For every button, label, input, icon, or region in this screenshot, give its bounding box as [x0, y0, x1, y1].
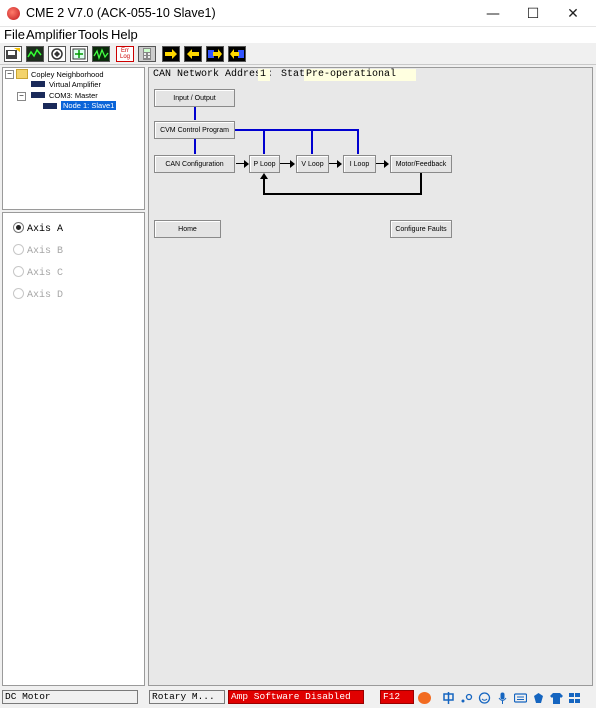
axis-d-label: Axis D: [27, 290, 64, 301]
configure-faults-button[interactable]: Configure Faults: [390, 220, 452, 238]
waveform-icon[interactable]: [92, 46, 110, 62]
wire-cvm-bus: [235, 129, 359, 131]
radio-icon: [13, 288, 24, 299]
error-log-label: Err Log: [119, 48, 130, 60]
tree-virtual-label[interactable]: Virtual Amplifier: [49, 80, 101, 89]
microphone-icon[interactable]: [496, 692, 509, 704]
feedback-arrow-head: [260, 173, 268, 179]
skin-icon[interactable]: [532, 692, 545, 704]
motor-family-field: Rotary M...: [149, 690, 225, 704]
download-icon[interactable]: [162, 46, 180, 62]
axis-c-radio[interactable]: Axis C: [13, 266, 63, 279]
node-icon: [43, 103, 57, 109]
p-loop-button[interactable]: P Loop: [249, 155, 280, 173]
wire-cvm-can: [194, 139, 196, 154]
app-icon: [7, 7, 20, 20]
motor-feedback-button[interactable]: Motor/Feedback: [390, 155, 452, 173]
folder-icon: [16, 69, 28, 79]
collapse-port-icon[interactable]: −: [17, 92, 26, 101]
i-loop-button[interactable]: I Loop: [343, 155, 376, 173]
v-loop-button[interactable]: V Loop: [296, 155, 329, 173]
feedback-down: [420, 173, 422, 195]
axis-b-label: Axis B: [27, 246, 64, 257]
can-address-value: 1: [258, 69, 270, 81]
control-panel-icon[interactable]: [70, 46, 88, 62]
feedback-bottom: [263, 193, 422, 195]
tree-node-selected[interactable]: Node 1: Slave1: [61, 101, 117, 110]
radio-selected-icon: [13, 222, 24, 233]
axis-a-label: Axis A: [27, 224, 64, 235]
radio-icon: [13, 266, 24, 277]
emoji-icon[interactable]: [478, 692, 491, 704]
motor-type-field: DC Motor: [2, 690, 138, 704]
wire-bus-i: [357, 129, 359, 154]
wire-bus-v: [311, 129, 313, 154]
axis-d-radio[interactable]: Axis D: [13, 288, 63, 301]
toolbar: Err Log: [0, 43, 596, 65]
axis-panel: Axis A Axis B Axis C Axis D: [2, 212, 145, 686]
arrow-head: [290, 160, 295, 168]
keyboard-icon[interactable]: [513, 692, 528, 704]
close-button[interactable]: ✕: [550, 0, 596, 27]
can-address-label: CAN Network Address:: [153, 69, 274, 80]
toolbox-icon[interactable]: [568, 692, 581, 704]
menu-bar: File Amplifier Tools Help: [0, 27, 596, 43]
home-button[interactable]: Home: [154, 220, 221, 238]
shirt-icon[interactable]: [550, 692, 563, 704]
upload-icon[interactable]: [184, 46, 202, 62]
arrow-head: [337, 160, 342, 168]
menu-amplifier[interactable]: Amplifier: [26, 27, 77, 43]
can-configuration-button[interactable]: CAN Configuration: [154, 155, 235, 173]
tree-root-label[interactable]: Copley Neighborhood: [31, 70, 104, 79]
amp-status-field: Amp Software Disabled: [228, 690, 364, 704]
axis-b-radio[interactable]: Axis B: [13, 244, 63, 257]
restore-icon[interactable]: [206, 46, 224, 62]
wire-bus-p: [263, 129, 265, 154]
ime-logo-icon: [418, 692, 431, 704]
save-icon[interactable]: [4, 46, 22, 62]
config-icon[interactable]: [48, 46, 66, 62]
menu-file[interactable]: File: [4, 27, 25, 43]
calculator-icon[interactable]: [138, 46, 156, 62]
menu-tools[interactable]: Tools: [78, 27, 108, 43]
chinese-input-icon[interactable]: [442, 692, 455, 704]
arrow-head: [384, 160, 389, 168]
wire-io-cvm: [194, 107, 196, 120]
fault-indicator: F12: [380, 690, 414, 704]
status-bar: DC Motor Rotary M... Amp Software Disabl…: [0, 688, 596, 708]
state-value: Pre-operational: [304, 69, 416, 81]
network-tree: − Copley Neighborhood Virtual Amplifier …: [2, 67, 145, 210]
cvm-control-program-button[interactable]: CVM Control Program: [154, 121, 235, 139]
radio-icon: [13, 244, 24, 255]
punctuation-icon[interactable]: [460, 692, 473, 704]
collapse-root-icon[interactable]: −: [5, 70, 14, 79]
tree-port-label[interactable]: COM3: Master: [49, 91, 98, 100]
axis-c-label: Axis C: [27, 268, 64, 279]
axis-a-radio[interactable]: Axis A: [13, 222, 63, 235]
backup-icon[interactable]: [228, 46, 246, 62]
port-icon: [31, 92, 45, 98]
input-output-button[interactable]: Input / Output: [154, 89, 235, 107]
error-log-icon[interactable]: Err Log: [116, 46, 134, 62]
amplifier-icon: [31, 81, 45, 87]
window-title: CME 2 V7.0 (ACK-055-10 Slave1): [26, 6, 216, 20]
title-bar: CME 2 V7.0 (ACK-055-10 Slave1) — ☐ ✕: [0, 0, 596, 27]
scope-icon[interactable]: [26, 46, 44, 62]
menu-help[interactable]: Help: [111, 27, 138, 43]
feedback-up: [263, 178, 265, 195]
